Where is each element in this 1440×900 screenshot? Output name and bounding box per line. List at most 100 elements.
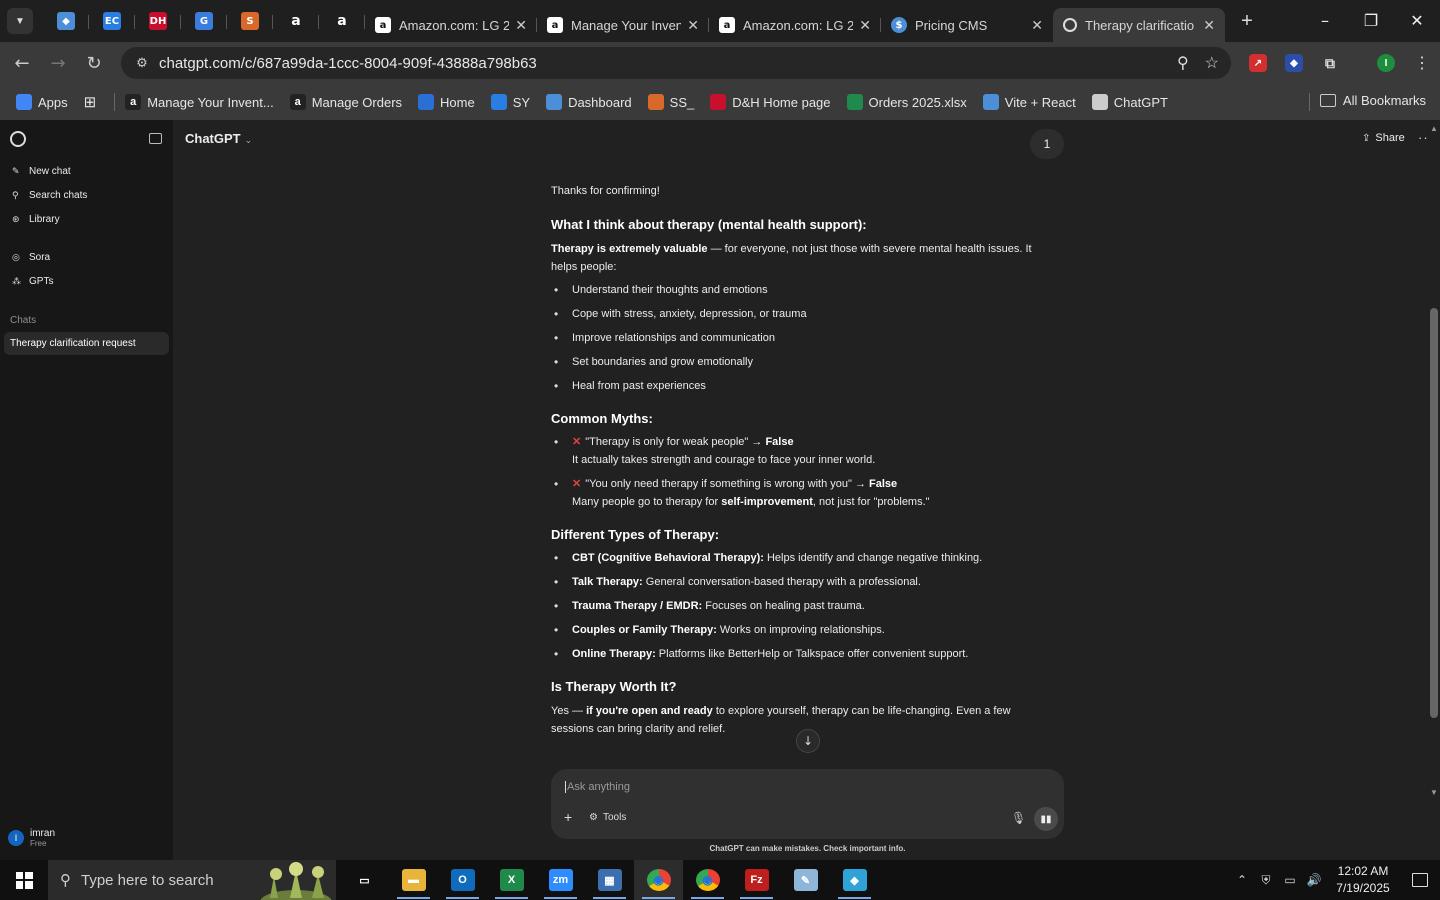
bookmark-star-icon[interactable]: ☆ <box>1205 53 1219 73</box>
extension-red-icon[interactable]: ↗ <box>1249 54 1267 72</box>
new-tab-button[interactable]: + <box>1233 7 1261 35</box>
pinned-tab[interactable]: ◆ <box>43 6 89 36</box>
sidebar-toggle-icon[interactable] <box>149 133 162 144</box>
security-icon[interactable]: ⛨ <box>1254 873 1278 888</box>
tab-icon-amazon: a <box>337 13 347 29</box>
pinned-tab[interactable]: a <box>273 6 319 36</box>
close-tab-icon[interactable]: ✕ <box>859 17 871 34</box>
taskbar-app-outlook[interactable]: O <box>438 860 487 900</box>
scroll-up-arrow-icon[interactable]: ▲ <box>1430 124 1438 133</box>
sidebar-item-new-chat[interactable]: ✎ New chat <box>12 166 71 177</box>
tools-button[interactable]: ⚙ Tools <box>589 812 626 823</box>
chat-history-item[interactable]: Therapy clarification request <box>4 332 169 355</box>
bookmark-item[interactable]: Vite + React <box>982 94 1076 110</box>
browser-tab[interactable]: Therapy clarificatio ✕ <box>1053 8 1225 42</box>
taskbar-app-chrome[interactable]: ◉ <box>634 860 683 900</box>
url-text[interactable]: chatgpt.com/c/687a99da-1ccc-8004-909f-43… <box>159 55 537 72</box>
extension-blue-icon[interactable]: ◆ <box>1285 54 1303 72</box>
myth-note: It actually takes strength and courage t… <box>572 454 876 466</box>
model-selector[interactable]: ChatGPT ⌄ <box>185 131 252 146</box>
bookmark-item[interactable]: D&H Home page <box>710 94 831 110</box>
extensions-puzzle-icon[interactable]: ⧉ <box>1321 54 1339 72</box>
taskbar-app-notepad[interactable]: ✎ <box>781 860 830 900</box>
pinned-tab[interactable]: G <box>181 6 227 36</box>
taskbar-app-app-blue-diamond[interactable]: ◆ <box>830 860 879 900</box>
bookmark-item[interactable]: Dashboard <box>546 94 632 110</box>
taskbar-search-box[interactable]: ⚲ Type here to search <box>48 860 336 900</box>
taskbar-app-task-view[interactable]: ▭ <box>340 860 389 900</box>
bullet-list: Understand their thoughts and emotions Co… <box>551 281 1051 395</box>
address-bar[interactable]: ⚙ chatgpt.com/c/687a99da-1ccc-8004-909f-… <box>121 47 1231 79</box>
bookmark-item[interactable]: SS_ <box>647 94 694 110</box>
sidebar-item-gpts[interactable]: ⁂ GPTs <box>12 276 53 287</box>
taskbar-app-zoom[interactable]: zm <box>536 860 585 900</box>
all-bookmarks-button[interactable]: All Bookmarks <box>1320 93 1426 108</box>
pinned-tab[interactable]: DH <box>135 6 181 36</box>
notifications-icon[interactable] <box>1400 860 1440 900</box>
browser-toolbar: ← → ↻ ⚙ chatgpt.com/c/687a99da-1ccc-8004… <box>0 42 1440 84</box>
volume-icon[interactable]: 🔊 <box>1302 873 1326 887</box>
pinned-tab[interactable]: S <box>227 6 273 36</box>
browser-tab[interactable]: a Amazon.com: LG 2... ✕ <box>709 8 881 42</box>
close-tab-icon[interactable]: ✕ <box>515 17 527 34</box>
microphone-icon[interactable]: 🎙 <box>1011 811 1026 825</box>
list-item: Understand their thoughts and emotions <box>551 281 1051 299</box>
reload-button[interactable]: ↻ <box>76 45 112 81</box>
bullet-list: CBT (Cognitive Behavioral Therapy): Help… <box>551 549 1051 663</box>
bookmark-item[interactable]: Home <box>418 94 475 110</box>
bookmark-item[interactable]: Orders 2025.xlsx <box>846 94 967 110</box>
attach-plus-icon[interactable]: + <box>564 809 572 825</box>
scroll-to-bottom-button[interactable]: ↓ <box>796 729 820 753</box>
tab-groups-icon[interactable]: ⊞ <box>84 93 97 111</box>
network-icon[interactable]: ▭ <box>1278 873 1302 887</box>
share-button[interactable]: ⇪ Share <box>1362 132 1405 144</box>
bookmark-item[interactable]: Apps <box>16 94 68 110</box>
close-window-button[interactable]: ✕ <box>1394 0 1440 40</box>
chatgpt-logo-icon[interactable] <box>10 131 26 147</box>
taskbar-app-excel[interactable]: X <box>487 860 536 900</box>
pinned-tab[interactable]: a <box>319 6 365 36</box>
scrollbar-thumb[interactable] <box>1430 308 1438 718</box>
tab-icon-blue-doc: G <box>195 12 213 30</box>
site-settings-icon[interactable]: ⚙ <box>127 55 157 71</box>
tray-overflow-chevron-icon[interactable]: ⌃ <box>1230 873 1254 887</box>
bookmark-favicon-icon: a <box>125 94 142 110</box>
taskbar-app-file-explorer[interactable]: ▬ <box>389 860 438 900</box>
bookmark-favicon-icon <box>982 94 999 110</box>
close-tab-icon[interactable]: ✕ <box>687 17 699 34</box>
bookmark-item[interactable]: ChatGPT <box>1091 94 1168 110</box>
back-button[interactable]: ← <box>4 45 40 81</box>
profile-avatar[interactable]: I <box>1377 54 1395 72</box>
bookmark-favicon-icon <box>418 94 435 110</box>
sidebar-item-search-chats[interactable]: ⚲ Search chats <box>12 190 87 201</box>
browser-tab[interactable]: a Manage Your Inven... ✕ <box>537 8 709 42</box>
zoom-icon[interactable]: ⚲ <box>1177 53 1189 73</box>
sidebar-item-library[interactable]: ⊛ Library <box>12 214 60 225</box>
voice-mode-button[interactable]: ▮▮ <box>1034 807 1058 831</box>
prompt-input[interactable]: Ask anything <box>565 781 630 793</box>
bookmark-item[interactable]: a Manage Your Invent... <box>125 94 274 110</box>
browser-tab[interactable]: a Amazon.com: LG 2... ✕ <box>365 8 537 42</box>
bookmark-item[interactable]: SY <box>490 94 530 110</box>
page-scrollbar[interactable]: ▲ ▼ <box>1428 120 1440 860</box>
bookmark-item[interactable]: a Manage Orders <box>289 94 402 110</box>
sidebar-item-sora[interactable]: ◎ Sora <box>12 252 50 263</box>
browser-menu-icon[interactable]: ⋮ <box>1414 53 1430 73</box>
calculator-icon: ▦ <box>597 869 622 891</box>
close-tab-icon[interactable]: ✕ <box>1203 17 1215 34</box>
tab-search-button[interactable]: ▼ <box>7 8 33 34</box>
taskbar-app-chrome-2[interactable]: ◉ <box>683 860 732 900</box>
user-account-button[interactable]: I imran Free <box>8 828 55 848</box>
taskbar-app-calculator[interactable]: ▦ <box>585 860 634 900</box>
start-button[interactable] <box>0 860 48 900</box>
close-tab-icon[interactable]: ✕ <box>1031 17 1043 34</box>
browser-tab[interactable]: $ Pricing CMS ✕ <box>881 8 1053 42</box>
taskbar-app-filezilla[interactable]: Fz <box>732 860 781 900</box>
minimize-button[interactable]: – <box>1302 0 1348 40</box>
clock[interactable]: 12:02 AM 7/19/2025 <box>1326 863 1400 897</box>
section-heading: What I think about therapy (mental healt… <box>551 217 867 232</box>
maximize-button[interactable]: ❐ <box>1348 0 1394 40</box>
scroll-down-arrow-icon[interactable]: ▼ <box>1430 788 1438 797</box>
forward-button[interactable]: → <box>40 45 76 81</box>
pinned-tab[interactable]: EC <box>89 6 135 36</box>
